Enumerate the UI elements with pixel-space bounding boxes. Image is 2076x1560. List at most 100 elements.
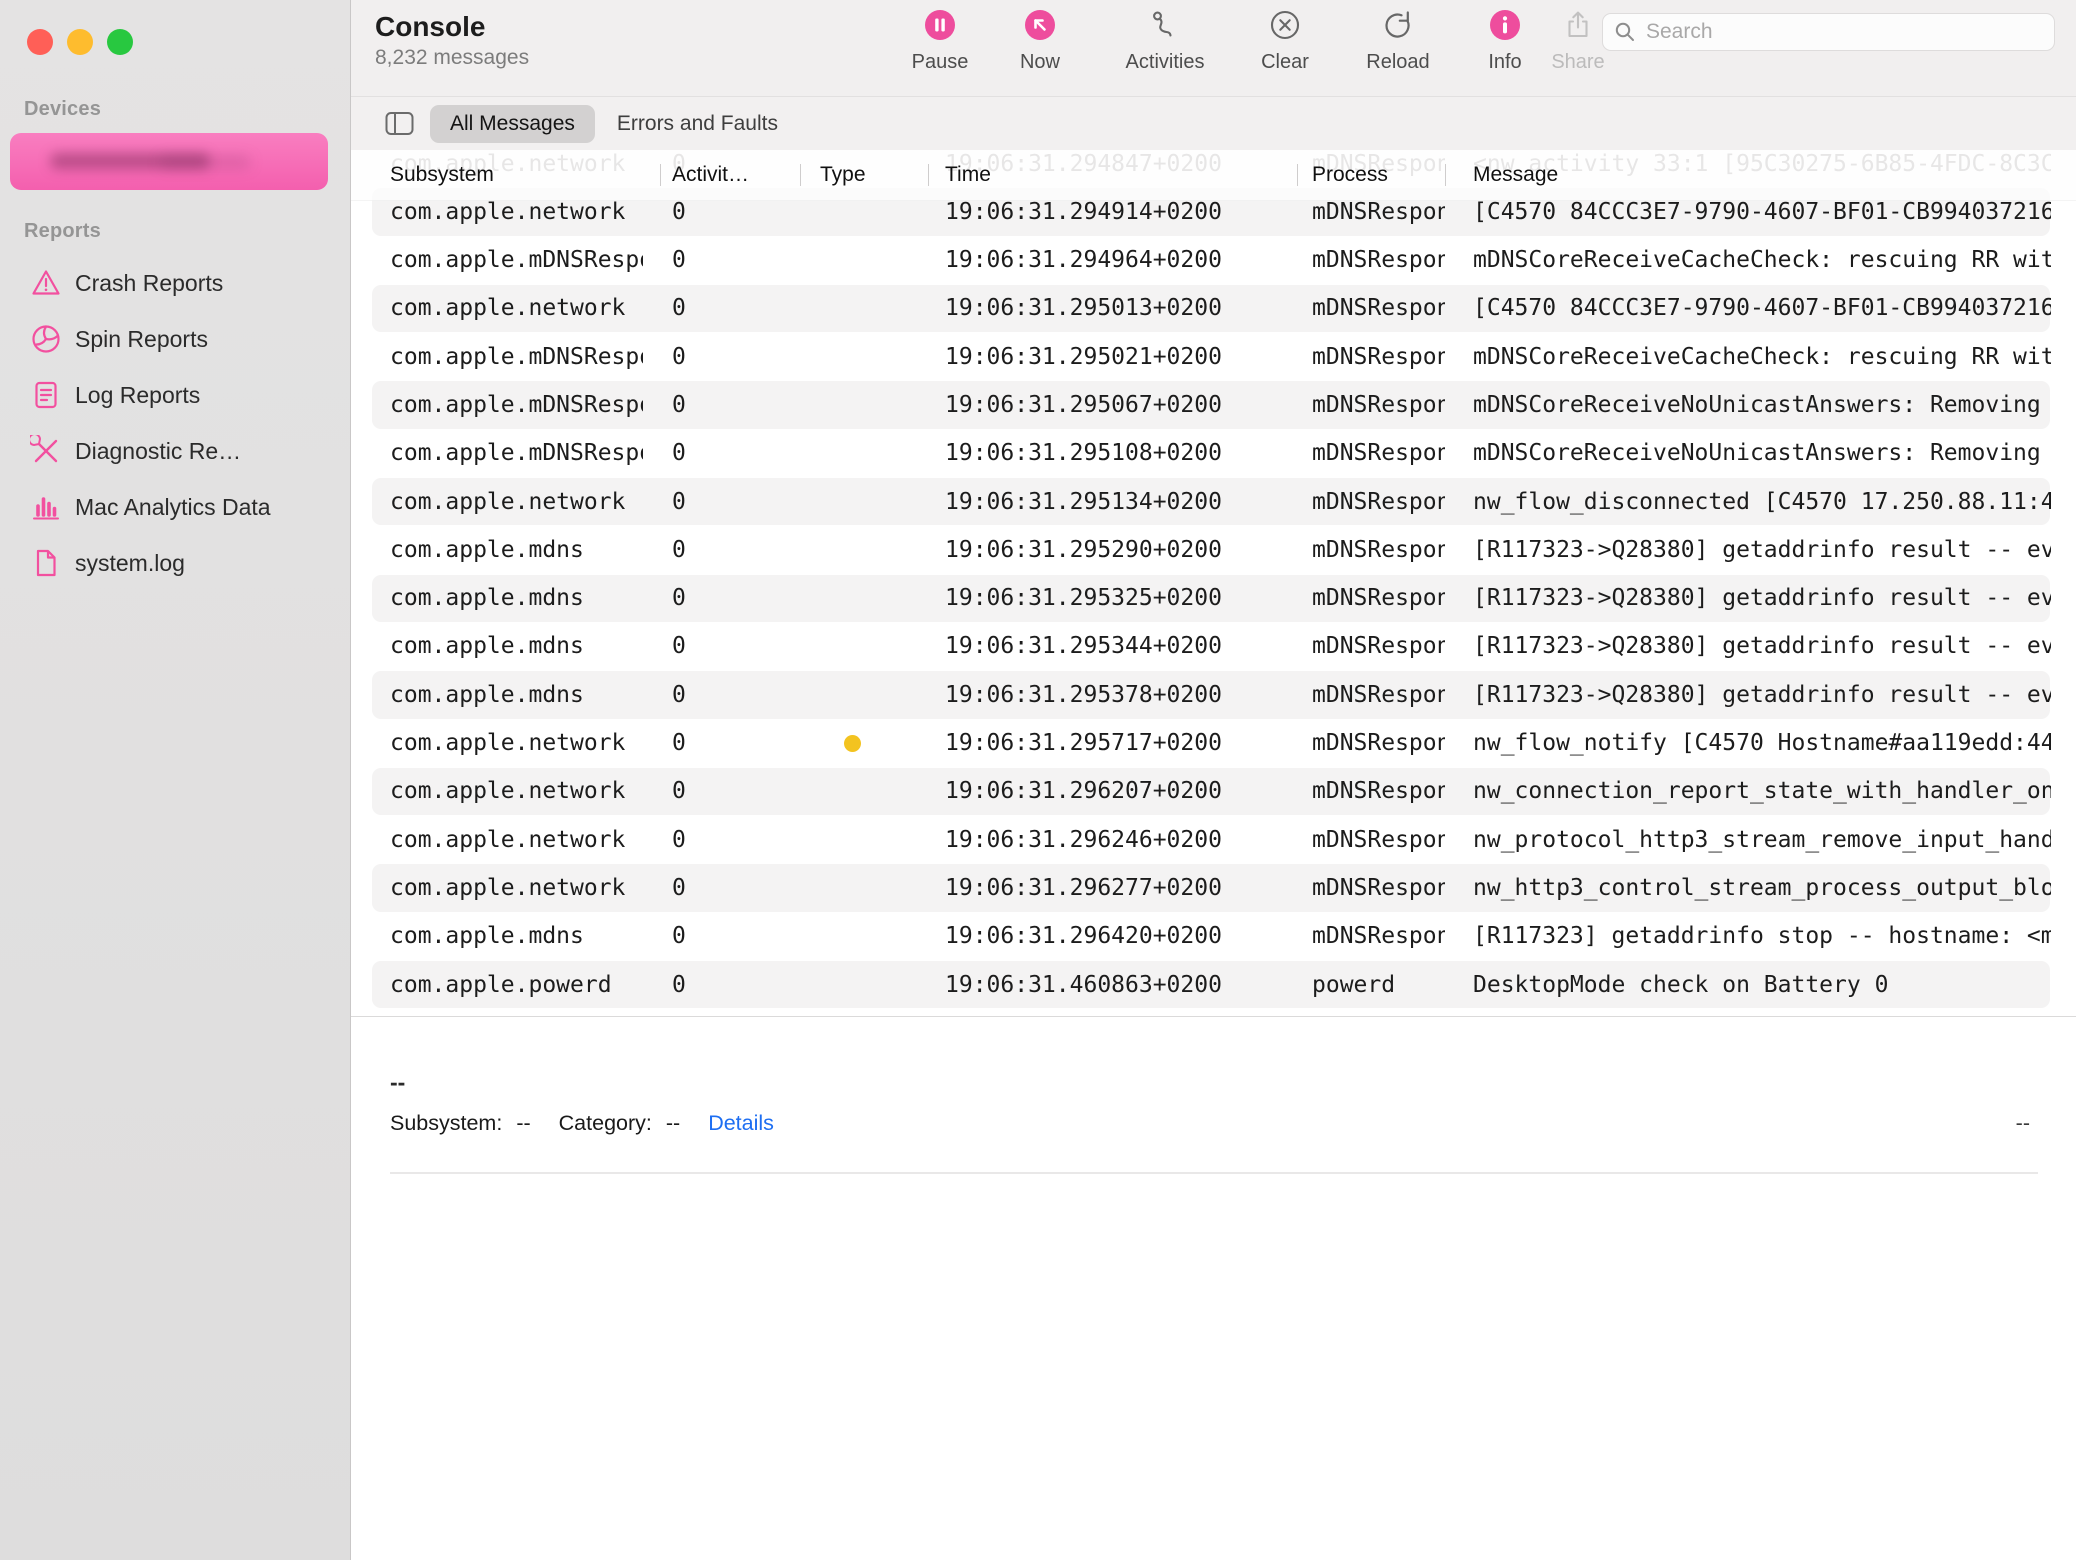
search-input[interactable] xyxy=(1644,19,2054,45)
cell-time: 19:06:31.295717+0200 xyxy=(945,719,1245,767)
log-row[interactable]: com.apple.network019:06:31.295717+0200mD… xyxy=(351,719,2076,767)
sidebar-item-spin-reports[interactable]: Spin Reports xyxy=(0,311,350,367)
devices-section-header: Devices xyxy=(24,98,101,121)
log-row[interactable]: com.apple.network 0 19:06:31.295134+0200 mD… xyxy=(351,478,2076,526)
column-header-time[interactable]: Time xyxy=(945,150,991,200)
reports-list: Crash ReportsSpin ReportsLog ReportsDiag… xyxy=(0,255,350,591)
message-filter-tabs: All MessagesErrors and Faults xyxy=(430,105,798,143)
log-document-icon xyxy=(30,379,62,411)
cell-process: mDNSResponder xyxy=(1312,622,1445,670)
sidebar-item-diagnostic-re-[interactable]: Diagnostic Re… xyxy=(0,423,350,479)
cell-subsystem: com.apple.network xyxy=(390,816,643,864)
toolbar: Console 8,232 messages PauseNowActivitie… xyxy=(351,0,2076,97)
log-row[interactable]: com.apple.mdns019:06:31.296420+0200mDNSR… xyxy=(351,912,2076,960)
detail-pane: -- Subsystem: -- Category: -- Details -- xyxy=(351,1016,2076,1560)
column-header-process[interactable]: Process xyxy=(1312,150,1388,200)
column-divider[interactable] xyxy=(800,164,801,186)
cell-process: mDNSResponder xyxy=(1312,671,1445,719)
clear-button[interactable]: Clear xyxy=(1230,9,1340,74)
log-row[interactable]: com.apple.mDNSResponder019:06:31.295108+… xyxy=(351,429,2076,477)
sidebar-item-system-log[interactable]: system.log xyxy=(0,535,350,591)
cell-message: [R117323->Q28380] getaddrinfo result -- … xyxy=(1473,671,2051,719)
cell-message: nw_protocol_http3_stream_remove_input_ha… xyxy=(1473,816,2051,864)
column-divider[interactable] xyxy=(1445,164,1446,186)
cell-process: mDNSResponder xyxy=(1312,526,1445,574)
sidebar-item-mac-analytics-data[interactable]: Mac Analytics Data xyxy=(0,479,350,535)
detail-subsystem-label: Subsystem: xyxy=(390,1111,502,1136)
error-type-dot-icon xyxy=(844,735,861,752)
log-row[interactable]: com.apple.mdns019:06:31.295378+0200mDNSR… xyxy=(351,671,2076,719)
log-row[interactable]: com.apple.network 0 19:06:31.296246+0200 mD… xyxy=(351,816,2076,864)
cell-time: 19:06:31.295013+0200 xyxy=(945,284,1245,332)
cell-message: [R117323->Q28380] getaddrinfo result -- … xyxy=(1473,526,2051,574)
table-header: Subsystem Activit… Type Time Process Message xyxy=(351,150,2076,201)
pause-button[interactable]: Pause xyxy=(885,9,995,74)
column-divider[interactable] xyxy=(660,164,661,186)
cell-time: 19:06:31.296277+0200 xyxy=(945,864,1245,912)
now-label: Now xyxy=(985,51,1095,74)
log-row[interactable]: com.apple.mdns019:06:31.295325+0200mDNSR… xyxy=(351,574,2076,622)
pause-icon xyxy=(924,9,956,41)
column-header-activit[interactable]: Activit… xyxy=(672,150,749,200)
cell-subsystem: com.apple.network xyxy=(390,719,643,767)
now-icon xyxy=(1024,9,1056,41)
cell-activity: 0 xyxy=(672,478,762,526)
tab-errors-and-faults[interactable]: Errors and Faults xyxy=(597,105,798,143)
cell-time: 19:06:31.296246+0200 xyxy=(945,816,1245,864)
reload-button[interactable]: Reload xyxy=(1343,9,1453,74)
zoom-button[interactable] xyxy=(107,29,133,55)
sidebar-toggle-icon[interactable] xyxy=(385,111,414,136)
detail-divider xyxy=(390,1172,2038,1174)
log-row[interactable]: com.apple.mDNSResponder019:06:31.294964+… xyxy=(351,236,2076,284)
cell-process: mDNSResponder xyxy=(1312,574,1445,622)
cell-type xyxy=(787,671,917,719)
cell-subsystem: com.apple.mDNSResponder xyxy=(390,381,643,429)
detail-subsystem-value: -- xyxy=(516,1111,530,1136)
log-row[interactable]: com.apple.mdns019:06:31.295290+0200mDNSR… xyxy=(351,526,2076,574)
window-title: Console xyxy=(375,11,529,43)
cell-activity: 0 xyxy=(672,381,762,429)
detail-category-value: -- xyxy=(666,1111,680,1136)
activities-icon xyxy=(1149,9,1181,41)
log-row[interactable]: com.apple.mDNSResponder019:06:31.295021+… xyxy=(351,333,2076,381)
column-divider[interactable] xyxy=(928,164,929,186)
log-row[interactable]: com.apple.powerd019:06:31.460863+0200pow… xyxy=(351,961,2076,1009)
close-button[interactable] xyxy=(27,29,53,55)
cell-activity: 0 xyxy=(672,816,762,864)
cell-activity: 0 xyxy=(672,284,762,332)
activities-label: Activities xyxy=(1110,51,1220,74)
tab-all-messages[interactable]: All Messages xyxy=(430,105,595,143)
details-link[interactable]: Details xyxy=(708,1111,774,1136)
cell-activity: 0 xyxy=(672,622,762,670)
cell-time: 19:06:31.295134+0200 xyxy=(945,478,1245,526)
sidebar-item-label: Mac Analytics Data xyxy=(75,494,271,521)
log-row[interactable]: com.apple.network019:06:31.296277+0200mD… xyxy=(351,864,2076,912)
log-row[interactable]: com.apple.mdns019:06:31.295344+0200mDNSR… xyxy=(351,622,2076,670)
log-row[interactable]: com.apple.mDNSResponder019:06:31.295067+… xyxy=(351,381,2076,429)
column-header-subsystem[interactable]: Subsystem xyxy=(390,150,494,200)
cell-type xyxy=(787,429,917,477)
cell-message: [R117323->Q28380] getaddrinfo result -- … xyxy=(1473,622,2051,670)
tab-bar: All MessagesErrors and Faults xyxy=(351,97,2076,150)
cell-process: mDNSResponder xyxy=(1312,816,1445,864)
cell-type xyxy=(787,816,917,864)
log-row[interactable]: com.apple.network019:06:31.295013+0200mD… xyxy=(351,284,2076,332)
cell-activity: 0 xyxy=(672,671,762,719)
search-field[interactable] xyxy=(1602,13,2055,51)
log-row[interactable]: com.apple.network019:06:31.296207+0200mD… xyxy=(351,767,2076,815)
column-header-message[interactable]: Message xyxy=(1473,150,1558,200)
column-divider[interactable] xyxy=(1297,164,1298,186)
sidebar-item-crash-reports[interactable]: Crash Reports xyxy=(0,255,350,311)
cell-time: 19:06:31.295108+0200 xyxy=(945,429,1245,477)
console-window: Devices Reports Crash ReportsSpin Report… xyxy=(0,0,2076,1560)
minimize-button[interactable] xyxy=(67,29,93,55)
cell-subsystem: com.apple.network xyxy=(390,767,643,815)
now-button[interactable]: Now xyxy=(985,9,1095,74)
sidebar-item-log-reports[interactable]: Log Reports xyxy=(0,367,350,423)
sidebar-item-device-selected[interactable] xyxy=(10,133,328,190)
column-header-type[interactable]: Type xyxy=(820,150,866,200)
cell-subsystem: com.apple.network xyxy=(390,478,643,526)
activities-button[interactable]: Activities xyxy=(1110,9,1220,74)
cell-process: mDNSResponder xyxy=(1312,478,1445,526)
redacted-device-name-blur xyxy=(160,157,250,167)
